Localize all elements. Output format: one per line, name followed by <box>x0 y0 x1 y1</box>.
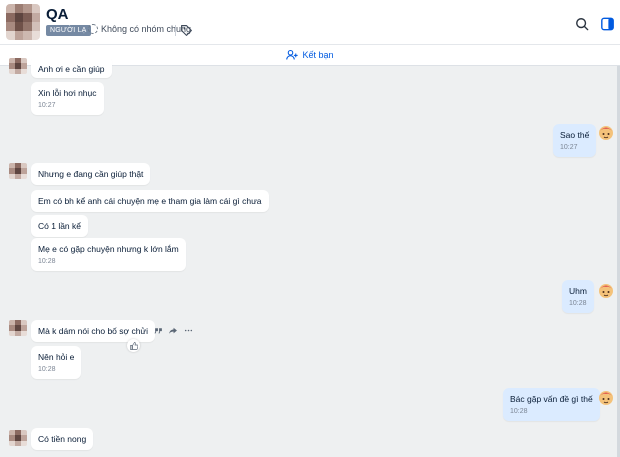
like-icon <box>129 341 138 350</box>
message-text: Xin lỗi hơi nhục <box>38 88 97 98</box>
message-text: Nên hỏi e <box>38 352 75 362</box>
quote-icon[interactable] <box>154 326 163 335</box>
sidebar-toggle-icon[interactable] <box>600 17 615 31</box>
message-text: Sao thế <box>560 130 590 140</box>
message-text: Có 1 lần kể <box>38 221 81 231</box>
more-icon[interactable] <box>183 326 194 335</box>
self-avatar[interactable] <box>597 281 615 299</box>
divider <box>175 25 176 36</box>
message-text: Mẹ e có gặp chuyện nhưng k lớn lắm <box>38 244 179 254</box>
message-text: Em có bh kể anh cái chuyện mẹ e tham gia… <box>38 196 262 206</box>
message-bubble-self[interactable]: Bác gặp vấn đề gì thế 10:28 <box>503 388 600 421</box>
message-bubble[interactable]: Nên hỏi e 10:28 <box>31 346 82 379</box>
message-text: Mà k dám nói cho bố sợ chửi <box>38 326 149 336</box>
message-bubble-self[interactable]: Sao thế 10:27 <box>553 124 597 157</box>
contact-name[interactable]: QA <box>46 6 69 23</box>
sender-avatar[interactable] <box>9 320 27 336</box>
message-bubble[interactable]: Mẹ e có gặp chuyện nhưng k lớn lắm 10:28 <box>31 238 186 271</box>
contact-avatar[interactable] <box>6 4 40 40</box>
message-bubble[interactable]: Anh ơi e cần giúp <box>31 56 112 78</box>
self-avatar[interactable] <box>597 388 615 406</box>
share-icon[interactable] <box>168 326 178 335</box>
stranger-badge: NGƯỜI LẠ <box>46 25 91 36</box>
message-text: Anh ơi e cần giúp <box>38 64 105 74</box>
common-groups-label: Không có nhóm chung <box>101 24 192 34</box>
message-text: Có tiền nong <box>38 434 87 444</box>
message-bubble[interactable]: Em có bh kể anh cái chuyện mẹ e tham gia… <box>31 190 269 212</box>
message-text: Bác gặp vấn đề gì thế <box>510 394 593 404</box>
message-time: 10:28 <box>38 258 56 265</box>
message-bubble[interactable]: Có 1 lần kể <box>31 215 88 237</box>
reaction-button[interactable] <box>127 339 140 352</box>
tag-icon[interactable] <box>180 24 193 37</box>
message-text: Nhưng e đang cần giúp thật <box>38 169 144 179</box>
chat-header: QA NGƯỜI LẠ Không có nhóm chung <box>0 0 620 44</box>
search-icon[interactable] <box>575 17 589 31</box>
message-bubble[interactable]: Có tiền nong <box>31 428 94 450</box>
sender-avatar[interactable] <box>9 163 27 179</box>
message-time: 10:28 <box>38 366 56 373</box>
message-time: 10:27 <box>38 102 56 109</box>
group-icon <box>88 24 98 34</box>
add-friend-label: Kết bạn <box>302 50 334 60</box>
sender-avatar[interactable] <box>9 58 27 74</box>
message-bubble-self[interactable]: Uhm 10:28 <box>562 280 594 313</box>
message-text: Uhm <box>569 286 587 296</box>
message-bubble[interactable]: Xin lỗi hơi nhục 10:27 <box>31 82 104 115</box>
message-time: 10:28 <box>569 300 587 307</box>
self-avatar[interactable] <box>597 123 615 141</box>
message-time: 10:27 <box>560 144 578 151</box>
add-friend-icon <box>286 49 299 60</box>
message-actions <box>154 326 194 335</box>
message-bubble[interactable]: Nhưng e đang cần giúp thật <box>31 163 151 185</box>
sender-avatar[interactable] <box>9 430 27 446</box>
message-time: 10:28 <box>510 408 528 415</box>
